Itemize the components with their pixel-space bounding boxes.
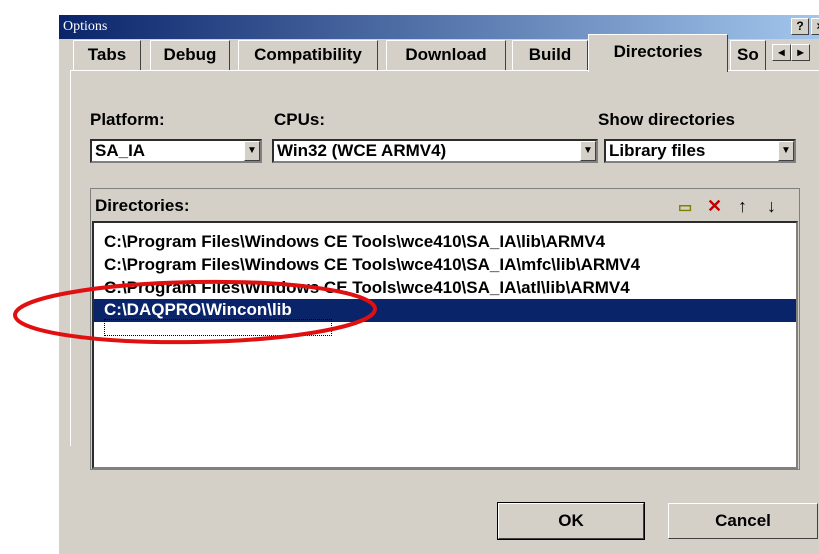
chevron-down-icon[interactable]: ▼: [244, 141, 260, 161]
directories-list[interactable]: C:\Program Files\Windows CE Tools\wce410…: [92, 221, 798, 469]
ok-button[interactable]: OK: [497, 502, 645, 540]
cpus-select[interactable]: Win32 (WCE ARMV4) ▼: [272, 139, 598, 163]
tab-directories[interactable]: Directories: [588, 34, 728, 72]
platform-label: Platform:: [90, 110, 165, 129]
window-title: Options: [63, 19, 108, 34]
move-up-icon[interactable]: ↑: [738, 196, 747, 217]
list-item[interactable]: C:\Program Files\Windows CE Tools\wce410…: [94, 254, 796, 277]
tab-scroll[interactable]: ◂ ▸: [772, 44, 810, 62]
tab-compatibility[interactable]: Compatibility: [238, 40, 378, 70]
tab-download[interactable]: Download: [386, 40, 506, 70]
directories-label: Directories:: [95, 196, 190, 215]
list-item[interactable]: C:\Program Files\Windows CE Tools\wce410…: [94, 277, 796, 300]
new-entry-slot[interactable]: [104, 319, 332, 336]
platform-value: SA_IA: [95, 141, 146, 160]
list-item[interactable]: C:\Program Files\Windows CE Tools\wce410…: [94, 231, 796, 254]
tab-scroll-right-icon[interactable]: ▸: [791, 44, 810, 61]
cancel-button[interactable]: Cancel: [668, 503, 818, 539]
chevron-down-icon[interactable]: ▼: [580, 141, 596, 161]
delete-icon[interactable]: ✕: [707, 196, 722, 217]
cpus-label: CPUs:: [274, 110, 326, 129]
show-directories-value: Library files: [609, 141, 706, 160]
tab-scroll-left-icon[interactable]: ◂: [772, 44, 791, 61]
tab-tabs[interactable]: Tabs: [73, 40, 141, 70]
tab-source[interactable]: So: [730, 40, 766, 70]
tab-debug[interactable]: Debug: [150, 40, 230, 70]
chevron-down-icon[interactable]: ▼: [778, 141, 794, 161]
move-down-icon[interactable]: ↓: [767, 196, 776, 217]
platform-select[interactable]: SA_IA ▼: [90, 139, 262, 163]
cpus-value: Win32 (WCE ARMV4): [277, 141, 447, 160]
tab-build[interactable]: Build: [512, 40, 588, 70]
show-directories-select[interactable]: Library files ▼: [604, 139, 796, 163]
new-folder-icon[interactable]: ▭: [678, 198, 692, 216]
help-button[interactable]: ?: [791, 18, 809, 35]
show-directories-label: Show directories: [598, 110, 735, 129]
close-button[interactable]: ×: [811, 18, 819, 35]
